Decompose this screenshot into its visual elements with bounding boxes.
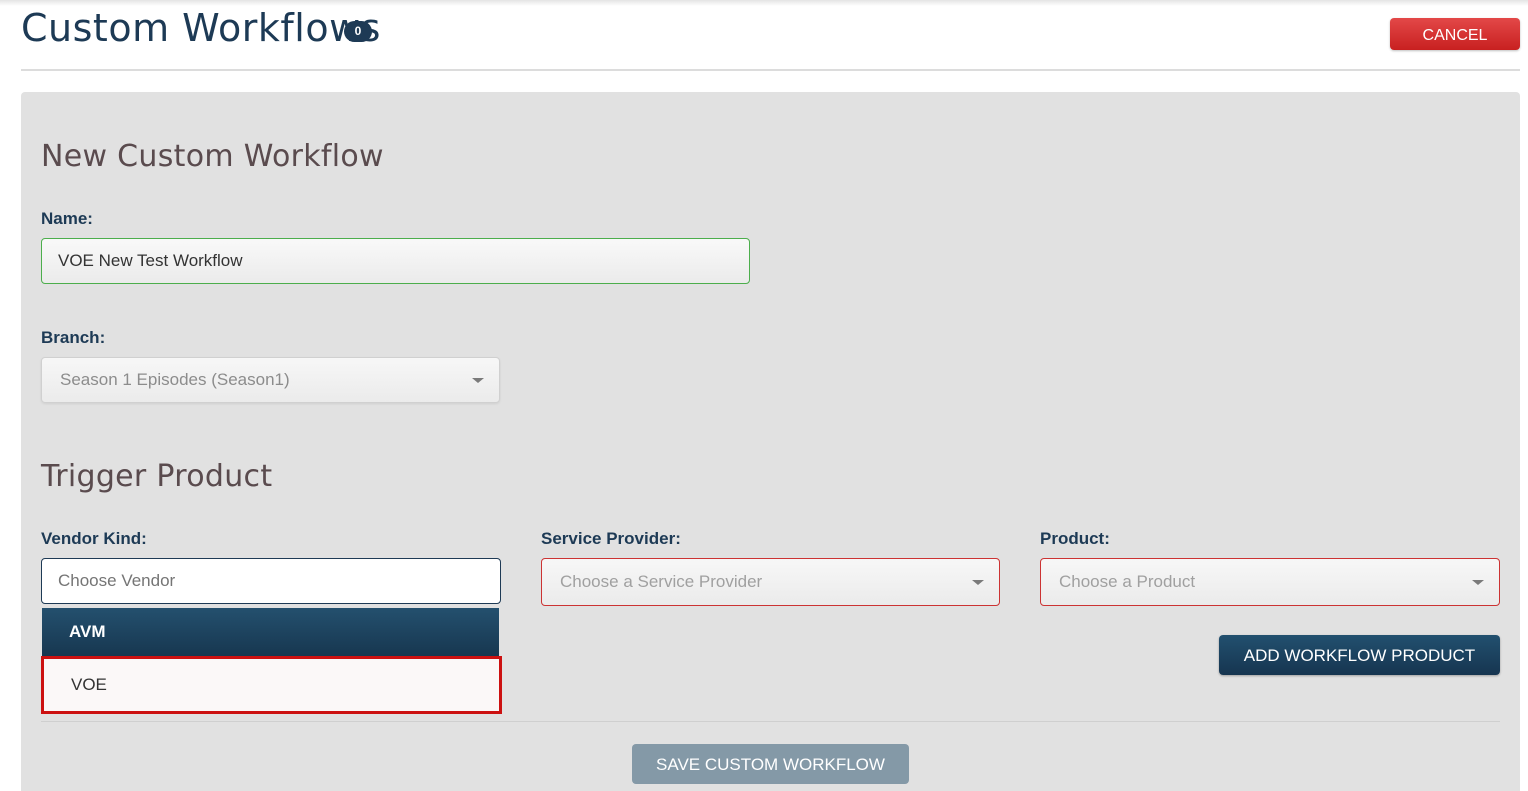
- service-provider-label: Service Provider:: [541, 529, 681, 548]
- vendor-kind-input[interactable]: [41, 558, 501, 604]
- add-workflow-product-button[interactable]: ADD WORKFLOW PRODUCT: [1219, 635, 1500, 675]
- name-label: Name:: [41, 209, 93, 228]
- service-provider-select[interactable]: Choose a Service Provider: [541, 558, 1000, 606]
- page-title: Custom Workflows: [21, 6, 381, 50]
- trigger-product-heading: Trigger Product: [41, 459, 273, 494]
- product-placeholder: Choose a Product: [1059, 572, 1196, 591]
- workflow-count-badge: 0: [344, 21, 372, 42]
- name-input[interactable]: [41, 238, 750, 284]
- title-divider: [21, 69, 1520, 71]
- vendor-option-avm[interactable]: AVM: [42, 608, 499, 656]
- chevron-down-icon: [472, 378, 484, 383]
- cancel-button[interactable]: CANCEL: [1390, 18, 1520, 50]
- product-label: Product:: [1040, 529, 1110, 548]
- service-provider-placeholder: Choose a Service Provider: [560, 572, 763, 591]
- branch-label: Branch:: [41, 328, 106, 347]
- vendor-option-voe[interactable]: VOE: [41, 656, 502, 714]
- new-workflow-heading: New Custom Workflow: [41, 139, 384, 174]
- form-footer-divider: [41, 721, 1500, 722]
- product-select[interactable]: Choose a Product: [1040, 558, 1500, 606]
- branch-select[interactable]: Season 1 Episodes (Season1): [41, 357, 500, 403]
- save-custom-workflow-button[interactable]: SAVE CUSTOM WORKFLOW: [632, 744, 909, 784]
- chevron-down-icon: [972, 580, 984, 585]
- vendor-kind-label: Vendor Kind:: [41, 529, 147, 548]
- branch-select-value: Season 1 Episodes (Season1): [60, 370, 290, 389]
- custom-workflows-page: Custom Workflows 0 CANCEL New Custom Wor…: [0, 0, 1528, 791]
- chevron-down-icon: [1472, 580, 1484, 585]
